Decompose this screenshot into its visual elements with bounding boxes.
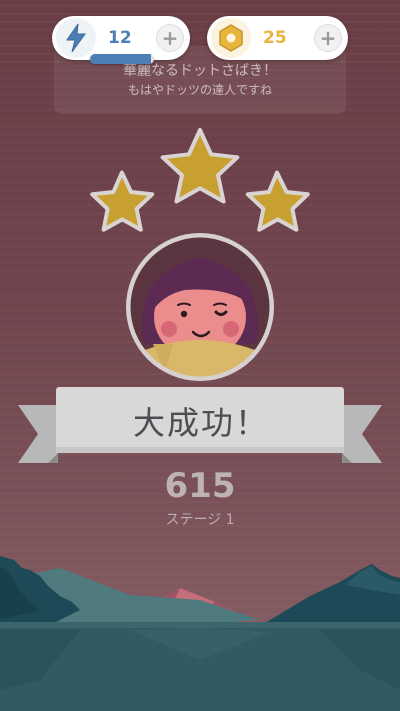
mountain-landscape bbox=[0, 556, 400, 711]
star-icon bbox=[160, 128, 240, 204]
score-value: 615 bbox=[164, 466, 236, 506]
character-avatar bbox=[126, 233, 274, 381]
star-rating bbox=[90, 128, 310, 232]
star-icon bbox=[90, 170, 155, 232]
result-title: 大成功！ bbox=[132, 404, 269, 442]
star-icon bbox=[245, 170, 310, 232]
stage-label: ステージ 1 bbox=[165, 512, 235, 528]
